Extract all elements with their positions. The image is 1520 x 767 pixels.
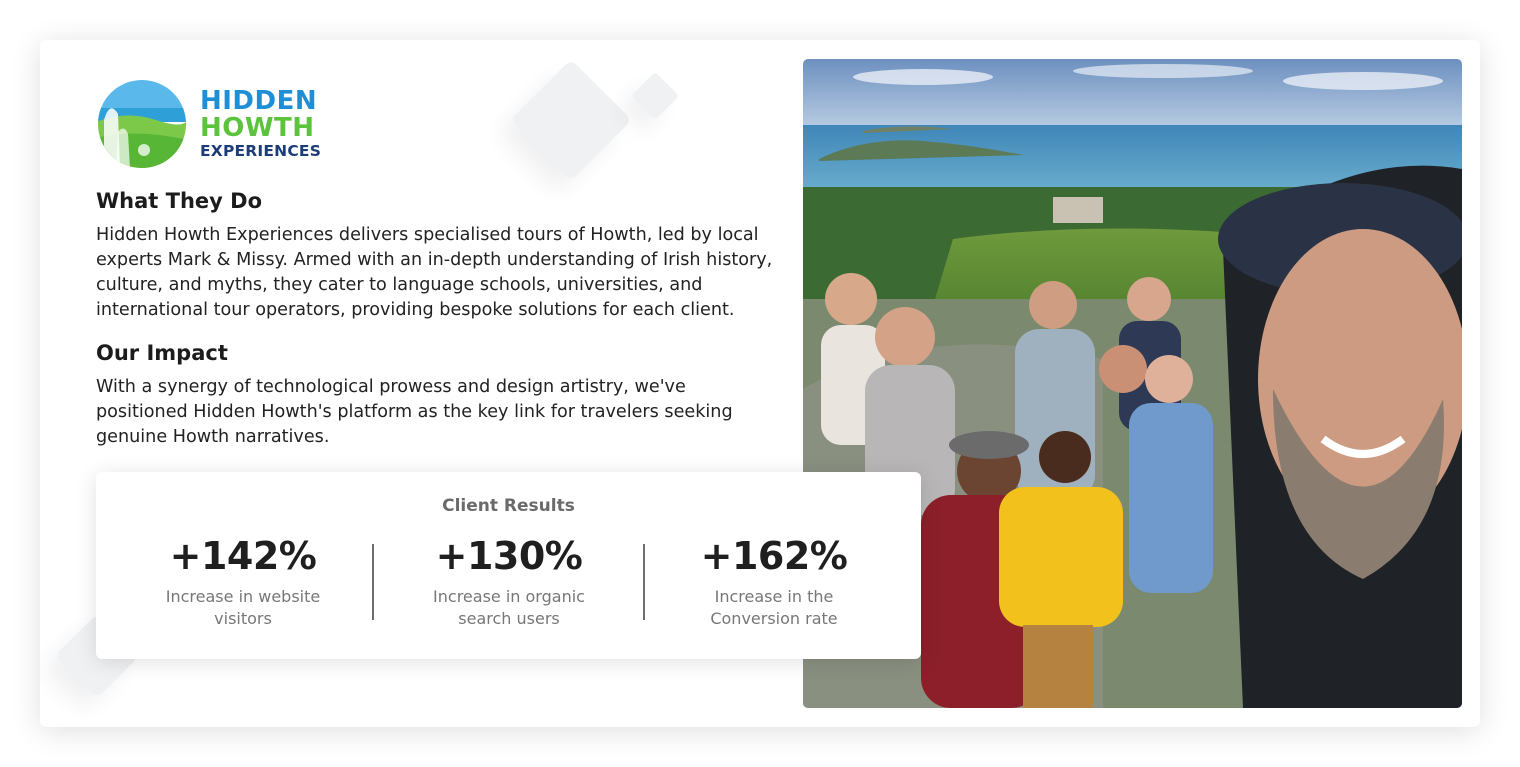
stat-divider bbox=[643, 544, 645, 620]
logo-line-howth: HOWTH bbox=[200, 113, 315, 143]
case-study-card: HIDDEN HOWTH EXPERIENCES What They Do Hi… bbox=[40, 40, 1480, 727]
stat-value: +162% bbox=[700, 534, 848, 578]
stat-label: Increase in website visitors bbox=[165, 587, 321, 628]
client-results-title: Client Results bbox=[442, 496, 575, 516]
stat-divider bbox=[372, 544, 374, 620]
stat-value: +142% bbox=[169, 534, 317, 578]
our-impact-heading: Our Impact bbox=[96, 341, 228, 365]
stat-organic-search-users: +130% Increase in organic search users bbox=[384, 534, 634, 630]
stat-label: Increase in the Conversion rate bbox=[710, 587, 838, 628]
logo-line-experiences: EXPERIENCES bbox=[200, 142, 322, 160]
logo-wordmark: HIDDEN HOWTH EXPERIENCES bbox=[200, 88, 321, 160]
stat-website-visitors: +142% Increase in website visitors bbox=[118, 534, 368, 630]
decorative-diamond bbox=[510, 59, 632, 181]
logo-line-hidden: HIDDEN bbox=[200, 86, 318, 116]
hidden-howth-logo: HIDDEN HOWTH EXPERIENCES bbox=[96, 80, 321, 170]
our-impact-text: With a synergy of technological prowess … bbox=[96, 377, 733, 447]
what-they-do-text: Hidden Howth Experiences delivers specia… bbox=[96, 225, 773, 320]
client-results-panel: Client Results +142% Increase in website… bbox=[96, 472, 921, 659]
what-they-do-heading: What They Do bbox=[96, 189, 263, 213]
stat-conversion-rate: +162% Increase in the Conversion rate bbox=[649, 534, 899, 630]
logo-emblem-icon bbox=[98, 80, 186, 168]
stat-value: +130% bbox=[435, 534, 583, 578]
decorative-diamond bbox=[630, 71, 680, 121]
stat-label: Increase in organic search users bbox=[433, 587, 585, 628]
